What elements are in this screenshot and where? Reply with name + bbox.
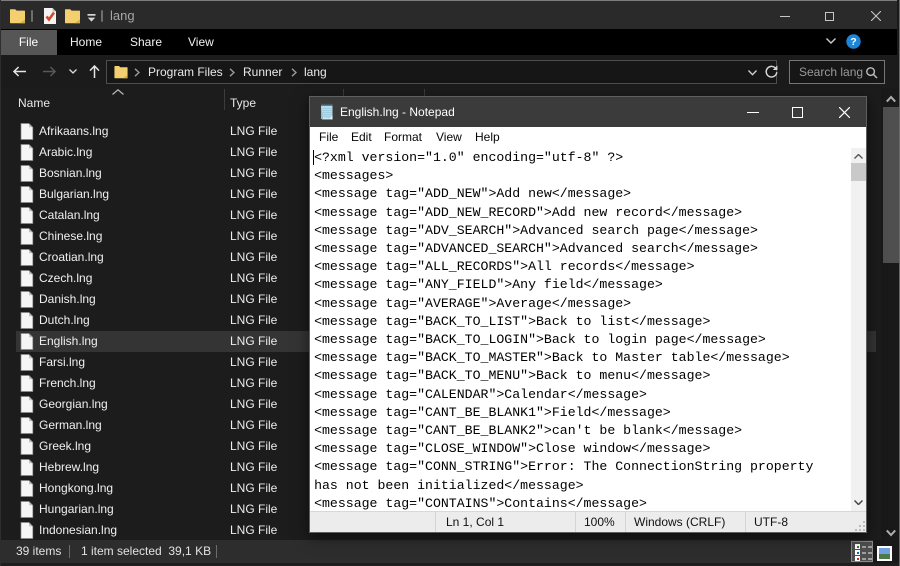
svg-text:?: ? — [850, 36, 856, 48]
